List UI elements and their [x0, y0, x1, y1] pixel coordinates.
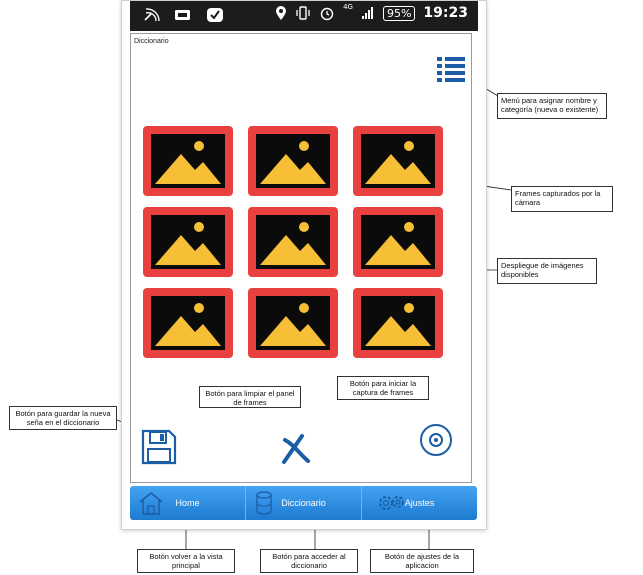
callout-menu: Menú para asignar nombre y categoría (nu…	[497, 93, 607, 119]
signal-icon	[361, 7, 373, 19]
status-bar: 4G 95% 19:23	[130, 1, 478, 31]
nav-diccionario-label: Diccionario	[281, 498, 326, 508]
callout-frames: Frames capturados por la cámara	[511, 186, 613, 212]
captured-frame-thumbnail[interactable]	[353, 288, 443, 358]
captured-frame-thumbnail[interactable]	[353, 126, 443, 196]
callout-diccionario: Botón para acceder al diccionario	[260, 549, 358, 573]
nav-home-button[interactable]: Home	[130, 486, 246, 520]
list-menu-icon[interactable]	[437, 56, 465, 84]
captured-frame-thumbnail[interactable]	[248, 126, 338, 196]
captured-frame-thumbnail[interactable]	[248, 207, 338, 277]
callout-despliegue: Despliegue de imágenes disponibles	[497, 258, 597, 284]
clock: 19:23	[423, 5, 468, 21]
captured-frame-thumbnail[interactable]	[143, 288, 233, 358]
callout-save: Botón para guardar la nueva seña en el d…	[9, 406, 117, 430]
nav-ajustes-button[interactable]: Ajustes	[362, 486, 477, 520]
database-icon	[256, 491, 272, 515]
frames-grid	[143, 126, 453, 362]
check-shield-icon	[207, 8, 223, 22]
callout-capture: Botón para iniciar la captura de frames	[337, 376, 429, 400]
bottom-navbar: Home Diccionario Ajustes	[130, 486, 477, 520]
captured-frame-thumbnail[interactable]	[248, 288, 338, 358]
nav-diccionario-button[interactable]: Diccionario	[246, 486, 362, 520]
location-icon	[276, 6, 287, 20]
message-icon	[175, 10, 190, 20]
captured-frame-thumbnail[interactable]	[353, 207, 443, 277]
captured-frame-thumbnail[interactable]	[143, 207, 233, 277]
callout-ajustes: Botón de ajustes de la aplicacion	[370, 549, 474, 573]
phone-frame: 4G 95% 19:23 Diccionario Home Diccionari…	[121, 0, 487, 530]
nav-ajustes-label: Ajustes	[404, 498, 435, 508]
captured-frame-thumbnail[interactable]	[143, 126, 233, 196]
callout-home: Botón volver a la vista principal	[137, 549, 235, 573]
record-target-icon[interactable]	[419, 423, 453, 457]
vibrate-icon	[296, 6, 310, 20]
x-icon[interactable]	[281, 434, 311, 464]
home-icon	[139, 492, 163, 515]
nav-home-label: Home	[175, 498, 200, 508]
alarm-icon	[320, 7, 334, 21]
battery-indicator: 95%	[382, 5, 416, 21]
gears-icon	[379, 496, 404, 510]
callout-clear: Botón para limpiar el panel de frames	[199, 386, 301, 408]
wifi-calling-icon	[144, 8, 160, 22]
app-screen: Diccionario	[130, 33, 472, 483]
floppy-disk-icon[interactable]	[141, 429, 177, 465]
network-type: 4G	[343, 3, 353, 11]
app-title: Diccionario	[134, 38, 169, 45]
